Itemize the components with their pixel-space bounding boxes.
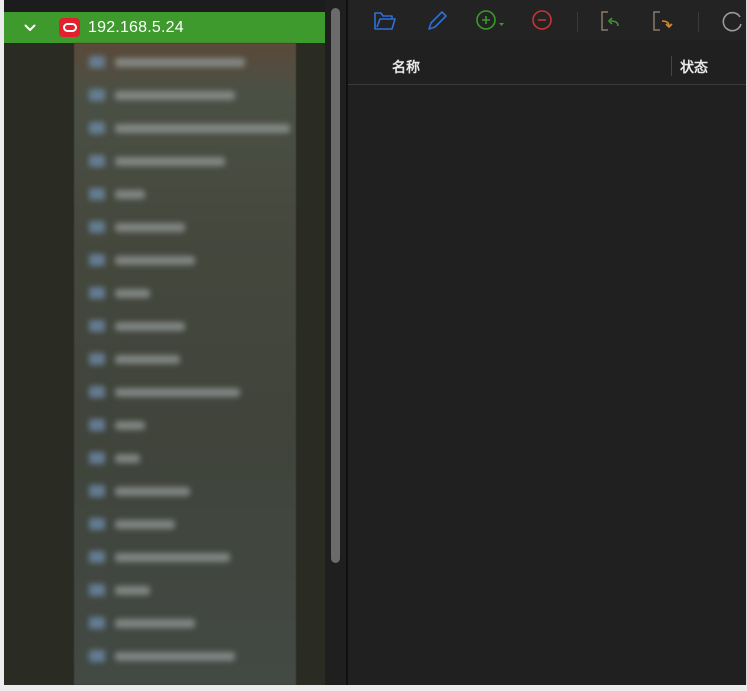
table-icon <box>89 320 105 332</box>
tree-item[interactable] <box>89 286 150 300</box>
table-icon <box>89 89 105 101</box>
connection-tree-panel: 192.168.5.24 <box>4 0 346 685</box>
table-icon <box>89 584 105 596</box>
tree-item[interactable] <box>89 88 235 102</box>
tree-item[interactable] <box>89 385 240 399</box>
open-folder-icon[interactable] <box>372 8 398 34</box>
table-icon <box>89 287 105 299</box>
toolbar-separator <box>577 12 578 32</box>
column-resize-handle[interactable] <box>671 56 672 76</box>
toolbar <box>348 0 746 40</box>
table-icon <box>89 188 105 200</box>
tree-items-blurred <box>4 43 325 685</box>
refresh-icon[interactable] <box>720 8 746 34</box>
tree-item[interactable] <box>89 154 225 168</box>
oracle-db-icon <box>59 18 80 37</box>
column-header-status[interactable]: 状态 <box>680 57 708 77</box>
tree-item[interactable] <box>89 319 185 333</box>
tree-item[interactable] <box>89 550 230 564</box>
table-icon <box>89 650 105 662</box>
app-window: 192.168.5.24 名称 状态 <box>4 0 747 685</box>
tree-item[interactable] <box>89 220 185 234</box>
tree-item[interactable] <box>89 55 245 69</box>
add-circle-dropdown-icon[interactable] <box>474 8 508 34</box>
table-icon <box>89 617 105 629</box>
tree-item[interactable] <box>89 517 175 531</box>
import-icon[interactable] <box>598 8 624 34</box>
tree-item[interactable] <box>89 418 145 432</box>
tree-item[interactable] <box>89 187 145 201</box>
tree-item[interactable] <box>89 253 195 267</box>
list-header: 名称 状态 <box>348 48 746 85</box>
object-list[interactable] <box>348 85 746 685</box>
table-icon <box>89 386 105 398</box>
connection-row[interactable]: 192.168.5.24 <box>4 12 325 43</box>
chevron-down-icon[interactable] <box>23 21 37 35</box>
tree-item[interactable] <box>89 352 180 366</box>
object-list-panel: 名称 状态 <box>348 0 746 685</box>
table-icon <box>89 254 105 266</box>
table-icon <box>89 551 105 563</box>
remove-circle-icon[interactable] <box>530 8 556 34</box>
connection-label: 192.168.5.24 <box>88 18 184 36</box>
table-icon <box>89 56 105 68</box>
tree-item[interactable] <box>89 451 140 465</box>
table-icon <box>89 122 105 134</box>
table-icon <box>89 221 105 233</box>
column-header-name[interactable]: 名称 <box>392 57 420 77</box>
edit-pencil-icon[interactable] <box>424 8 450 34</box>
table-icon <box>89 155 105 167</box>
tree-item[interactable] <box>89 649 235 663</box>
tree-item[interactable] <box>89 616 195 630</box>
tree-item[interactable] <box>89 121 290 135</box>
table-icon <box>89 452 105 464</box>
export-icon[interactable] <box>650 8 676 34</box>
table-icon <box>89 485 105 497</box>
table-icon <box>89 353 105 365</box>
table-icon <box>89 518 105 530</box>
toolbar-separator <box>698 12 699 32</box>
tree-item[interactable] <box>89 583 150 597</box>
tree-scrollbar-thumb[interactable] <box>331 8 340 563</box>
tree-item[interactable] <box>89 484 190 498</box>
table-icon <box>89 419 105 431</box>
